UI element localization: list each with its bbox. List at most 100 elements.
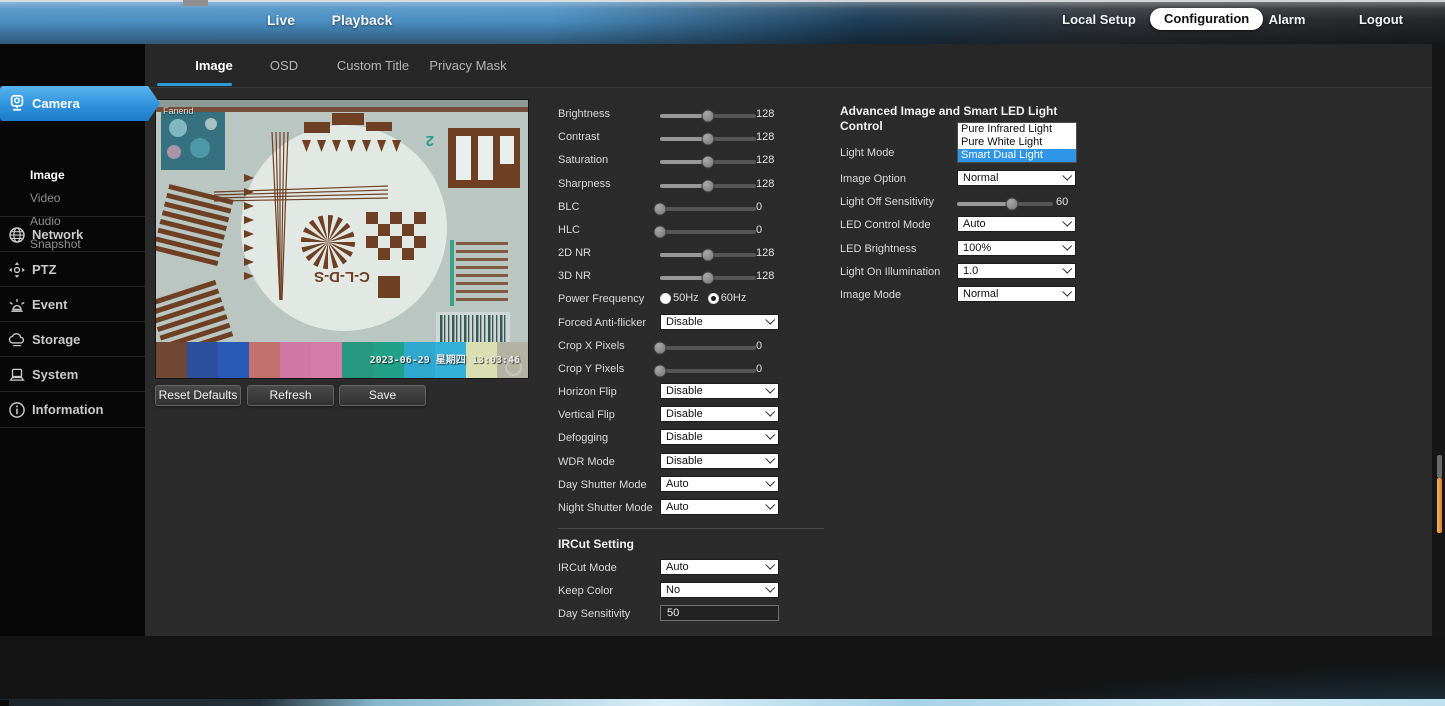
slider-blc[interactable] [660, 205, 770, 218]
slider-saturation[interactable] [660, 158, 770, 171]
sidebar-item-storage[interactable]: Storage [0, 321, 145, 357]
slider-handle[interactable] [654, 342, 667, 355]
light-mode-open-dropdown[interactable]: Pure Infrared LightPure White LightSmart… [957, 122, 1077, 163]
nav-alarm[interactable]: Alarm [1257, 12, 1317, 27]
camera-preview: C-L-D-S 2 Fanend 2023-06-29 星期四 13:03:46 [155, 99, 529, 379]
slider-contrast[interactable] [660, 135, 770, 148]
option-pure-infrared-light[interactable]: Pure Infrared Light [958, 123, 1076, 136]
slider-handle[interactable] [702, 156, 715, 169]
sidebar-item-network[interactable]: Network [0, 216, 145, 252]
setting-row-crop-x-pixels: Crop X Pixels 0 [558, 337, 838, 357]
radio-label: 50Hz [673, 292, 699, 304]
laptop-icon [8, 366, 26, 384]
slider-2d-nr[interactable] [660, 251, 770, 264]
tab-osd[interactable]: OSD [254, 58, 314, 73]
refresh-button[interactable]: Refresh [247, 385, 334, 406]
select-led-brightness[interactable]: 100% [957, 240, 1076, 256]
select-horizon-flip[interactable]: Disable [660, 383, 779, 399]
chevron-down-icon [765, 315, 775, 325]
browser-tab-artifact [183, 0, 208, 6]
chevron-down-icon [765, 560, 775, 570]
sidebar-item-event[interactable]: Event [0, 286, 145, 322]
chevron-down-icon [765, 454, 775, 464]
value-light-off-sensitivity: 60 [1056, 196, 1068, 208]
slider-handle[interactable] [702, 249, 715, 262]
nav-logout[interactable]: Logout [1351, 12, 1411, 27]
setting-row-saturation: Saturation 128 [558, 151, 838, 171]
label-contrast: Contrast [558, 131, 600, 143]
sidebar-item-system[interactable]: System [0, 356, 145, 392]
select-image-option[interactable]: Normal [957, 170, 1076, 186]
select-led-control-mode[interactable]: Auto [957, 216, 1076, 232]
input-day-sensitivity[interactable] [660, 605, 779, 621]
osd-timestamp: 2023-06-29 星期四 13:03:46 [370, 351, 520, 366]
nav-playback[interactable]: Playback [326, 12, 398, 28]
sidebar-item-camera[interactable]: Camera [0, 86, 160, 121]
sidebar-item-ptz[interactable]: PTZ [0, 251, 145, 287]
info-icon [8, 401, 26, 419]
setting-row-sharpness: Sharpness 128 [558, 175, 838, 195]
ptz-watermark-icon [505, 359, 522, 376]
select-wdr-mode[interactable]: Disable [660, 453, 779, 469]
tab-custom-title[interactable]: Custom Title [328, 58, 418, 73]
scrollbar-thumb-orange[interactable] [1437, 478, 1442, 533]
slider-light-off-sensitivity[interactable] [957, 200, 1067, 213]
select-ircut-mode[interactable]: Auto [660, 559, 779, 575]
nav-live[interactable]: Live [256, 12, 306, 28]
label-crop-y-pixels: Crop Y Pixels [558, 363, 624, 375]
option-pure-white-light[interactable]: Pure White Light [958, 136, 1076, 149]
select-night-shutter-mode[interactable]: Auto [660, 499, 779, 515]
label-horizon-flip: Horizon Flip [558, 386, 617, 398]
select-day-shutter-mode[interactable]: Auto [660, 476, 779, 492]
select-keep-color[interactable]: No [660, 582, 779, 598]
radio-circle[interactable] [708, 293, 719, 304]
sidebar-item-image[interactable]: Image [30, 168, 140, 188]
chevron-down-icon [1062, 287, 1072, 297]
selected-value: Disable [666, 455, 703, 467]
label-vertical-flip: Vertical Flip [558, 409, 615, 421]
slider-brightness[interactable] [660, 112, 770, 125]
nav-configuration[interactable]: Configuration [1150, 8, 1263, 30]
slider-handle[interactable] [654, 203, 667, 216]
nav-local-setup[interactable]: Local Setup [1062, 12, 1136, 27]
slider-crop-y-pixels[interactable] [660, 367, 770, 380]
chevron-down-icon [765, 500, 775, 510]
sidebar-item-information[interactable]: Information [0, 391, 145, 428]
value-crop-x-pixels: 0 [756, 340, 762, 352]
slider-sharpness[interactable] [660, 182, 770, 195]
scrollbar-thumb-gray[interactable] [1437, 455, 1442, 478]
slider-handle[interactable] [702, 180, 715, 193]
slider-handle[interactable] [702, 110, 715, 123]
sidebar-item-label: Event [32, 297, 67, 312]
radio-60hz[interactable]: 60Hz [708, 292, 747, 304]
save-button[interactable]: Save [339, 385, 426, 406]
bottom-glow-strip [0, 699, 1445, 706]
slider-handle[interactable] [654, 226, 667, 239]
select-vertical-flip[interactable]: Disable [660, 406, 779, 422]
select-image-mode[interactable]: Normal [957, 286, 1076, 302]
chevron-down-icon [765, 384, 775, 394]
bottom-corner-artifact [0, 700, 9, 706]
reset-defaults-button[interactable]: Reset Defaults [155, 385, 241, 406]
option-smart-dual-light[interactable]: Smart Dual Light [958, 149, 1076, 162]
radio-circle[interactable] [660, 293, 671, 304]
sidebar-item-video[interactable]: Video [30, 191, 140, 211]
tab-privacy-mask[interactable]: Privacy Mask [423, 58, 513, 73]
label-blc: BLC [558, 201, 579, 213]
select-forced-anti-flicker[interactable]: Disable [660, 314, 779, 330]
radio-50hz[interactable]: 50Hz [660, 292, 699, 304]
slider-3d-nr[interactable] [660, 274, 770, 287]
slider-handle[interactable] [702, 272, 715, 285]
slider-handle[interactable] [654, 365, 667, 378]
selected-value: Normal [963, 288, 998, 300]
cloud-storage-icon [8, 331, 26, 349]
slider-crop-x-pixels[interactable] [660, 344, 770, 357]
select-light-on-illumination[interactable]: 1.0 [957, 263, 1076, 279]
slider-handle[interactable] [702, 133, 715, 146]
tab-image[interactable]: Image [177, 58, 251, 73]
label-2d-nr: 2D NR [558, 247, 591, 259]
slider-hlc[interactable] [660, 228, 770, 241]
select-defogging[interactable]: Disable [660, 429, 779, 445]
setting-row-light-off-sensitivity: Light Off Sensitivity 60 [840, 193, 1120, 213]
slider-handle[interactable] [1005, 198, 1018, 211]
